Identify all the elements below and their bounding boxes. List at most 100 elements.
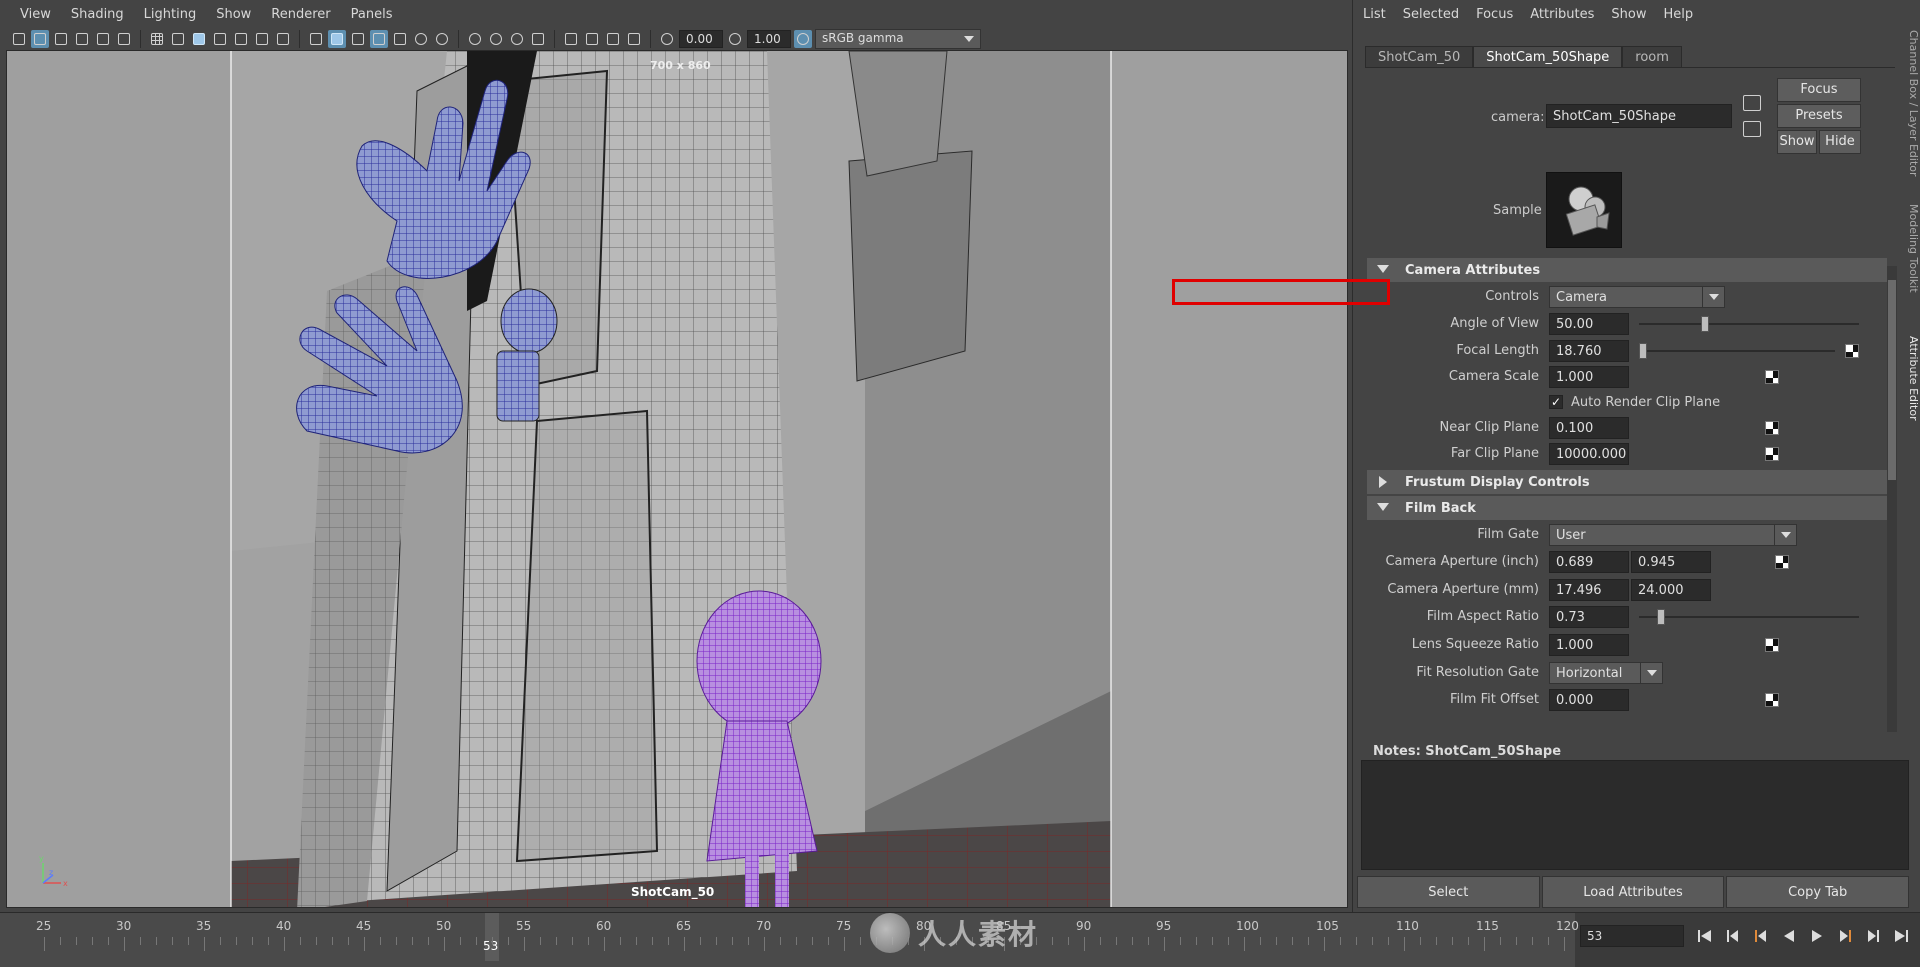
xray-active-icon[interactable]	[604, 30, 622, 48]
grease-pencil-icon[interactable]	[115, 30, 133, 48]
side-tab-modeling-toolkit[interactable]: Modeling Toolkit	[1900, 204, 1920, 293]
film-aspect-field[interactable]: 0.73	[1549, 606, 1629, 628]
section-film-back[interactable]: Film Back	[1367, 496, 1887, 520]
section-camera-attributes[interactable]: Camera Attributes	[1367, 258, 1887, 282]
xray-joints-icon[interactable]	[625, 30, 643, 48]
safe-title-icon[interactable]	[274, 30, 292, 48]
safe-action-icon[interactable]	[253, 30, 271, 48]
go-to-output-icon[interactable]	[1743, 121, 1761, 137]
ae-menu-attributes[interactable]: Attributes	[1530, 7, 1603, 22]
ae-menu-selected[interactable]: Selected	[1403, 7, 1468, 22]
focal-length-field[interactable]: 18.760	[1549, 340, 1629, 362]
go-to-start-icon[interactable]	[1696, 927, 1714, 945]
exposure-icon[interactable]	[658, 30, 676, 48]
aov-field[interactable]: 50.00	[1549, 313, 1629, 335]
aperture-inch-x-field[interactable]: 0.689	[1549, 551, 1629, 573]
menu-renderer[interactable]: Renderer	[261, 7, 340, 22]
ae-menu-help[interactable]: Help	[1664, 7, 1703, 22]
grid-icon[interactable]	[148, 30, 166, 48]
ae-menu-show[interactable]: Show	[1611, 7, 1655, 22]
map-texture-icon[interactable]	[1765, 693, 1779, 707]
depth-of-field-icon[interactable]	[529, 30, 547, 48]
camera-scale-field[interactable]: 1.000	[1549, 366, 1629, 388]
aperture-mm-x-field[interactable]: 17.496	[1549, 579, 1629, 601]
current-frame-field[interactable]: 53	[1580, 925, 1684, 947]
gamma-icon[interactable]	[726, 30, 744, 48]
gamma-field[interactable]: 1.00	[747, 30, 791, 48]
hide-button[interactable]: Hide	[1819, 130, 1861, 154]
camera-node-field[interactable]: ShotCam_50Shape	[1546, 104, 1732, 128]
shadows-icon[interactable]	[433, 30, 451, 48]
show-button[interactable]: Show	[1777, 130, 1817, 154]
select-camera-icon[interactable]	[10, 30, 28, 48]
isolate-select-icon[interactable]	[562, 30, 580, 48]
lights-icon[interactable]	[412, 30, 430, 48]
play-forward-icon[interactable]	[1808, 927, 1826, 945]
ae-scrollbar-thumb[interactable]	[1888, 280, 1896, 480]
copy-tab-button[interactable]: Copy Tab	[1726, 876, 1910, 908]
focal-length-slider-track[interactable]	[1639, 350, 1835, 352]
map-texture-icon[interactable]	[1765, 447, 1779, 461]
ae-menu-focus[interactable]: Focus	[1476, 7, 1522, 22]
film-fit-offset-field[interactable]: 0.000	[1549, 689, 1629, 711]
aov-slider-track[interactable]	[1639, 323, 1859, 325]
step-back-frame-icon[interactable]	[1752, 927, 1770, 945]
film-gate-icon[interactable]	[169, 30, 187, 48]
side-tab-channel-box[interactable]: Channel Box / Layer Editor	[1900, 30, 1920, 177]
smooth-shade-icon[interactable]	[328, 30, 346, 48]
notes-textarea[interactable]	[1361, 760, 1909, 870]
go-to-input-icon[interactable]	[1743, 95, 1761, 111]
textured-icon[interactable]	[391, 30, 409, 48]
select-button[interactable]: Select	[1357, 876, 1540, 908]
step-forward-frame-icon[interactable]	[1836, 927, 1854, 945]
menu-show[interactable]: Show	[206, 7, 261, 22]
motion-blur-icon[interactable]	[487, 30, 505, 48]
section-frustum-display[interactable]: Frustum Display Controls	[1367, 470, 1887, 494]
anti-aliasing-icon[interactable]	[508, 30, 526, 48]
wireframe-icon[interactable]	[307, 30, 325, 48]
aperture-mm-y-field[interactable]: 24.000	[1631, 579, 1711, 601]
ae-attribute-scroll-area[interactable]: Camera Attributes Controls Camera Angle …	[1367, 258, 1887, 734]
side-tab-attribute-editor[interactable]: Attribute Editor	[1900, 336, 1920, 421]
step-back-key-icon[interactable]	[1724, 927, 1742, 945]
exposure-field[interactable]: 0.00	[679, 30, 723, 48]
load-attributes-button[interactable]: Load Attributes	[1541, 876, 1725, 908]
fit-gate-dropdown[interactable]: Horizontal	[1549, 662, 1663, 684]
film-aspect-slider-thumb[interactable]	[1657, 609, 1665, 625]
film-aspect-slider-track[interactable]	[1639, 616, 1859, 618]
3d-viewport[interactable]: 700 x 860 ShotCam_50 y x z	[6, 50, 1348, 908]
menu-panels[interactable]: Panels	[341, 7, 403, 22]
focus-button[interactable]: Focus	[1777, 78, 1861, 102]
map-texture-icon[interactable]	[1775, 555, 1789, 569]
camera-attributes-icon[interactable]	[31, 30, 49, 48]
tab-room[interactable]: room	[1622, 46, 1682, 67]
go-to-end-icon[interactable]	[1892, 927, 1910, 945]
map-texture-icon[interactable]	[1765, 421, 1779, 435]
ae-menu-list[interactable]: List	[1363, 7, 1395, 22]
bookmark-icon[interactable]	[52, 30, 70, 48]
map-texture-icon[interactable]	[1765, 638, 1779, 652]
map-texture-icon[interactable]	[1845, 344, 1859, 358]
map-texture-icon[interactable]	[1765, 370, 1779, 384]
image-plane-icon[interactable]	[73, 30, 91, 48]
play-backward-icon[interactable]	[1780, 927, 1798, 945]
default-material-icon[interactable]	[349, 30, 367, 48]
gate-mask-icon[interactable]	[211, 30, 229, 48]
lens-squeeze-field[interactable]: 1.000	[1549, 634, 1629, 656]
menu-shading[interactable]: Shading	[61, 7, 134, 22]
film-gate-dropdown[interactable]: User	[1549, 524, 1797, 546]
ae-scrollbar[interactable]	[1887, 266, 1897, 732]
field-chart-icon[interactable]	[232, 30, 250, 48]
step-forward-key-icon[interactable]	[1864, 927, 1882, 945]
auto-render-clip-checkbox[interactable]: ✓	[1549, 395, 1563, 409]
timeline-ruler[interactable]: 53 25 30 35 40 45 50 55 60 65 70 75 80 85 90 95 100 105 1…	[0, 913, 1629, 967]
wireframe-on-shaded-icon[interactable]	[370, 30, 388, 48]
tab-shotcam[interactable]: ShotCam_50	[1365, 46, 1474, 67]
color-management-icon[interactable]	[794, 30, 812, 48]
focal-length-slider-thumb[interactable]	[1638, 343, 1647, 359]
aov-slider-thumb[interactable]	[1701, 316, 1709, 332]
menu-view[interactable]: View	[10, 7, 61, 22]
far-clip-field[interactable]: 10000.000	[1549, 443, 1629, 465]
near-clip-field[interactable]: 0.100	[1549, 417, 1629, 439]
view-transform-dropdown[interactable]: sRGB gamma	[815, 29, 981, 49]
